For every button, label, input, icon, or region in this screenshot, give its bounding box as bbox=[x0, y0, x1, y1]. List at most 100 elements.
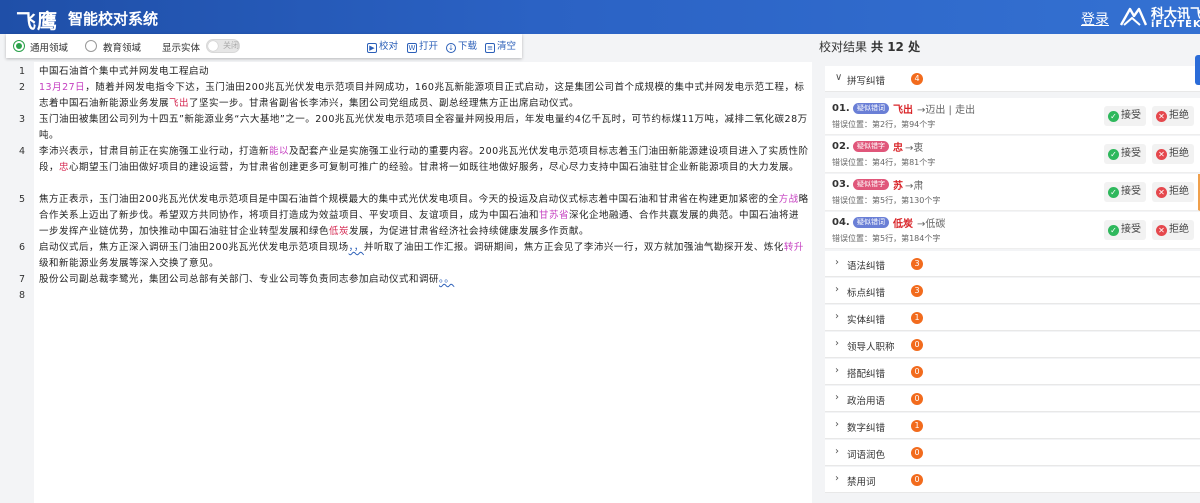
line-number: 2 bbox=[18, 82, 26, 93]
side-drawer-tab[interactable] bbox=[1195, 55, 1200, 85]
chevron-right-icon: › bbox=[835, 257, 839, 268]
item-number: 01. bbox=[832, 103, 850, 114]
accept-button[interactable]: ✓ 接受 bbox=[1104, 220, 1146, 240]
reject-button[interactable]: ✕ 拒绝 bbox=[1152, 144, 1194, 164]
error-punctuation[interactable]: ，， bbox=[349, 242, 364, 253]
accept-button[interactable]: ✓ 接受 bbox=[1104, 182, 1146, 202]
word-file-icon: W bbox=[407, 43, 417, 53]
text-editor[interactable]: 中国石油首个集中式并网发电工程启动 13月27日，随着并网发电指令下达，玉门油田… bbox=[34, 62, 812, 503]
group-label: 标点纠错 bbox=[847, 288, 886, 299]
error-type-tag: 疑似错词 bbox=[853, 103, 889, 114]
close-icon: ✕ bbox=[1156, 187, 1167, 198]
count-badge: 0 bbox=[911, 339, 923, 351]
error-entity-gansu[interactable]: 甘苏省 bbox=[539, 210, 569, 221]
suggestion-text[interactable]: →低碳 bbox=[917, 215, 945, 230]
download-icon: ↓ bbox=[446, 43, 456, 53]
chevron-right-icon: › bbox=[835, 419, 839, 430]
group-polish[interactable]: › 词语润色 0 bbox=[825, 440, 1200, 466]
reject-button[interactable]: ✕ 拒绝 bbox=[1152, 220, 1194, 240]
results-count: 共 12 处 bbox=[871, 40, 921, 54]
item-number: 04. bbox=[832, 217, 850, 228]
group-political-terms[interactable]: › 政治用语 0 bbox=[825, 386, 1200, 412]
check-icon: ✓ bbox=[1108, 225, 1119, 236]
reject-button[interactable]: ✕ 拒绝 bbox=[1152, 182, 1194, 202]
chevron-right-icon: › bbox=[835, 365, 839, 376]
paragraph-7: 股份公司副总裁李鹭光，集团公司总部有关部门、专业公司等负责同志参加启动仪式和调研… bbox=[39, 274, 455, 285]
error-location: 错误位置：第5行，第130个字 bbox=[832, 196, 941, 205]
close-icon: ✕ bbox=[1156, 111, 1167, 122]
count-badge: 0 bbox=[911, 393, 923, 405]
chevron-right-icon: › bbox=[835, 284, 839, 295]
toggle-knob bbox=[208, 41, 218, 51]
error-char-zhong[interactable]: 忠 bbox=[59, 162, 69, 173]
line-number: 6 bbox=[18, 242, 26, 253]
group-grammar[interactable]: › 语法纠错 3 bbox=[825, 251, 1200, 277]
result-item[interactable]: 03. 疑似错字 苏 →肃 错误位置：第5行，第130个字 ✓ 接受 ✕ 拒绝 bbox=[825, 174, 1200, 211]
iflytek-logo-icon bbox=[1119, 7, 1148, 26]
error-word-fangzhan[interactable]: 方战 bbox=[779, 194, 799, 205]
line-number: 3 bbox=[18, 114, 26, 125]
check-icon: ✓ bbox=[1108, 149, 1119, 160]
suggestion-text[interactable]: →肃 bbox=[905, 177, 923, 192]
error-punctuation[interactable]: 。。 bbox=[439, 274, 454, 285]
error-word-zhuansheng[interactable]: 转升 bbox=[784, 242, 804, 253]
count-badge: 1 bbox=[911, 312, 923, 324]
radio-general-domain[interactable] bbox=[13, 40, 25, 52]
group-label: 领导人职称 bbox=[847, 342, 895, 353]
count-badge: 0 bbox=[911, 474, 923, 486]
download-button[interactable]: ↓ 下载 bbox=[446, 38, 477, 53]
show-entity-toggle[interactable]: 关闭 bbox=[206, 39, 240, 53]
suggestion-text[interactable]: →衷 bbox=[905, 139, 923, 154]
count-badge: 4 bbox=[911, 73, 923, 85]
group-entity[interactable]: › 实体纠错 1 bbox=[825, 305, 1200, 331]
check-icon: ✓ bbox=[1108, 187, 1119, 198]
play-icon: ▶ bbox=[367, 43, 377, 53]
radio-education-domain[interactable] bbox=[85, 40, 97, 52]
app-title: 智能校对系统 bbox=[68, 10, 159, 28]
chevron-right-icon: › bbox=[835, 392, 839, 403]
error-word-ditan[interactable]: 低炭 bbox=[329, 226, 349, 237]
item-number: 02. bbox=[832, 141, 850, 152]
app-logo: 飞鹰 bbox=[16, 9, 58, 33]
line-number: 8 bbox=[18, 290, 26, 301]
error-location: 错误位置：第4行，第81个字 bbox=[832, 158, 936, 167]
line-number: 5 bbox=[18, 194, 26, 205]
group-collocation[interactable]: › 搭配纠错 0 bbox=[825, 359, 1200, 385]
result-item[interactable]: 04. 疑似错词 低炭 →低碳 错误位置：第5行，第184个字 ✓ 接受 ✕ 拒绝 bbox=[825, 212, 1200, 249]
accept-button[interactable]: ✓ 接受 bbox=[1104, 106, 1146, 126]
group-banned-words[interactable]: › 禁用词 0 bbox=[825, 467, 1200, 493]
result-item[interactable]: 02. 疑似错字 忠 →衷 错误位置：第4行，第81个字 ✓ 接受 ✕ 拒绝 bbox=[825, 136, 1200, 173]
app-header: 飞鹰 智能校对系统 登录 科大讯飞 iFLYTEK bbox=[0, 0, 1200, 34]
accept-button[interactable]: ✓ 接受 bbox=[1104, 144, 1146, 164]
suggestion-text[interactable]: →迈出 | 走出 bbox=[917, 101, 975, 116]
chevron-right-icon: › bbox=[835, 311, 839, 322]
line-number: 7 bbox=[18, 274, 26, 285]
item-number: 03. bbox=[832, 179, 850, 190]
toggle-state-text: 关闭 bbox=[223, 41, 239, 50]
clear-button[interactable]: ≡ 清空 bbox=[485, 38, 516, 53]
error-source-text: 低炭 bbox=[893, 219, 913, 230]
proofread-button[interactable]: ▶ 校对 bbox=[367, 38, 398, 53]
count-badge: 1 bbox=[911, 420, 923, 432]
reject-button[interactable]: ✕ 拒绝 bbox=[1152, 106, 1194, 126]
group-label: 政治用语 bbox=[847, 396, 886, 407]
error-word-feichu[interactable]: 飞出 bbox=[169, 98, 189, 109]
login-link[interactable]: 登录 bbox=[1081, 9, 1109, 29]
show-entity-label: 显示实体 bbox=[162, 43, 201, 54]
group-punctuation[interactable]: › 标点纠错 3 bbox=[825, 278, 1200, 304]
chevron-right-icon: › bbox=[835, 473, 839, 484]
group-label: 禁用词 bbox=[847, 477, 876, 488]
group-leader-title[interactable]: › 领导人职称 0 bbox=[825, 332, 1200, 358]
error-date[interactable]: 13月27日 bbox=[39, 82, 85, 93]
result-item[interactable]: 01. 疑似错词 飞出 →迈出 | 走出 错误位置：第2行，第94个字 ✓ 接受 … bbox=[825, 98, 1200, 135]
results-title: 校对结果共 12 处 bbox=[819, 40, 921, 54]
count-badge: 3 bbox=[911, 285, 923, 297]
count-badge: 0 bbox=[911, 447, 923, 459]
error-location: 错误位置：第2行，第94个字 bbox=[832, 120, 936, 129]
paragraph-5: 焦方正表示，玉门油田200兆瓦光伏发电示范项目是中国石油首个规模最大的集中式光伏… bbox=[39, 194, 809, 237]
open-button[interactable]: W 打开 bbox=[407, 38, 438, 53]
error-word-nengyi[interactable]: 能以 bbox=[269, 146, 289, 157]
group-spelling[interactable]: ∨ 拼写纠错 4 bbox=[825, 66, 1200, 92]
chevron-right-icon: › bbox=[835, 338, 839, 349]
group-numbers[interactable]: › 数字纠错 1 bbox=[825, 413, 1200, 439]
